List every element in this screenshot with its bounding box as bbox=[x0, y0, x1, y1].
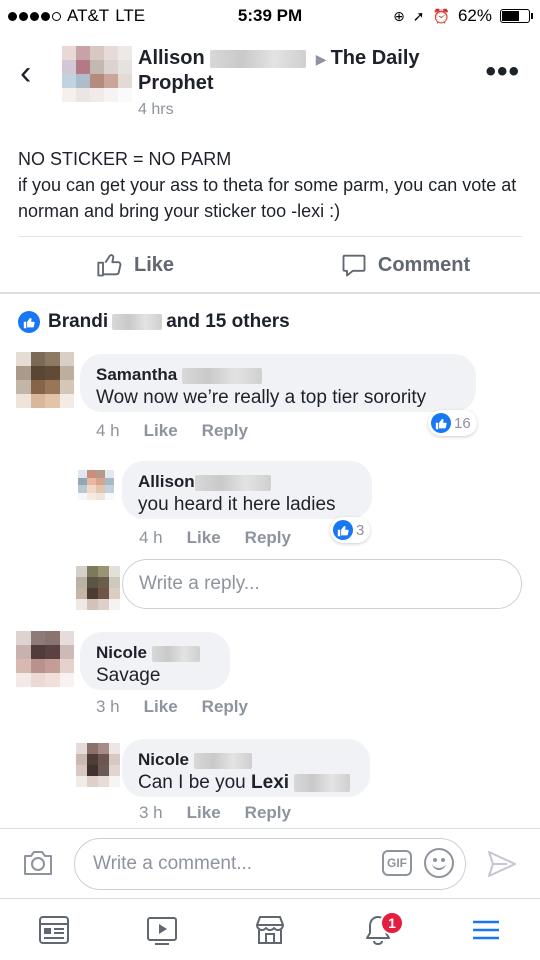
comment-reply-button[interactable]: Reply bbox=[245, 803, 291, 823]
tab-watch[interactable] bbox=[132, 905, 192, 955]
comment-bubble[interactable]: Allison you heard it here ladies bbox=[122, 461, 372, 519]
gif-button[interactable]: GIF bbox=[382, 850, 412, 876]
redacted-name bbox=[194, 474, 271, 491]
like-label: Like bbox=[133, 253, 175, 276]
comment-icon bbox=[342, 254, 366, 277]
comment-reply-button[interactable]: Reply bbox=[202, 421, 248, 441]
redacted-name bbox=[181, 367, 262, 384]
comment-bubble[interactable]: Samantha Wow now we’re really a top tier… bbox=[80, 354, 476, 412]
battery-percent: 62% bbox=[457, 6, 492, 25]
tab-marketplace[interactable] bbox=[240, 905, 300, 955]
post-actions: Like Comment bbox=[0, 238, 540, 292]
comment-button[interactable]: Comment bbox=[270, 238, 540, 292]
divider bbox=[0, 828, 540, 829]
like-button[interactable]: Like bbox=[0, 238, 270, 292]
like-reaction-icon bbox=[18, 311, 40, 333]
reply-input[interactable]: Write a reply... bbox=[122, 559, 522, 609]
comment-text: Wow now we’re really a top tier sorority bbox=[96, 387, 427, 408]
post-text-line2: if you can get your ass to theta for som… bbox=[18, 175, 517, 221]
reaction-number: 3 bbox=[356, 521, 365, 539]
reaction-number: 16 bbox=[454, 414, 471, 432]
commenter-name[interactable]: Allison bbox=[138, 472, 195, 491]
comment-meta: 3 h Like Reply bbox=[139, 803, 291, 823]
comment-reply-button[interactable]: Reply bbox=[245, 528, 291, 548]
tab-bar: 1 bbox=[0, 898, 540, 960]
comment-like-button[interactable]: Like bbox=[144, 697, 178, 717]
tab-notifications[interactable]: 1 bbox=[348, 905, 408, 955]
reaction-count[interactable]: 3 bbox=[330, 517, 371, 543]
comment-reply-button[interactable]: Reply bbox=[202, 697, 248, 717]
comment-text-prefix: Can I be you bbox=[138, 772, 252, 793]
news-feed-icon bbox=[39, 915, 69, 944]
post-timestamp[interactable]: 4 hrs bbox=[138, 101, 468, 119]
marketplace-store-icon bbox=[256, 915, 284, 944]
comment-time: 3 h bbox=[96, 697, 120, 716]
redacted-name bbox=[193, 752, 252, 769]
alarm-icon: ⏰ bbox=[432, 7, 450, 24]
camera-icon[interactable] bbox=[22, 848, 54, 878]
comment-meta: 3 h Like Reply bbox=[96, 697, 248, 717]
like-reaction-icon bbox=[431, 413, 451, 433]
avatar[interactable] bbox=[76, 743, 120, 787]
notification-badge: 1 bbox=[380, 910, 404, 935]
send-icon[interactable] bbox=[486, 848, 518, 880]
like-reaction-icon bbox=[333, 520, 353, 540]
commenter-name[interactable]: Nicole bbox=[138, 750, 189, 769]
tab-menu[interactable] bbox=[456, 905, 516, 955]
section-divider bbox=[0, 292, 540, 294]
liker-name: Brandi bbox=[48, 311, 109, 332]
comment-bubble[interactable]: Nicole Can I be you Lexi bbox=[122, 739, 370, 797]
redacted-name bbox=[294, 773, 351, 792]
battery-icon bbox=[500, 9, 533, 23]
comment-meta: 4 h Like Reply bbox=[96, 421, 248, 441]
status-right: ⊕ ➚ ⏰ 62% bbox=[393, 6, 533, 26]
post-title: Allison ▶ The Daily Prophet bbox=[138, 46, 468, 95]
orientation-lock-icon: ⊕ bbox=[393, 7, 405, 24]
comment-time: 3 h bbox=[139, 803, 163, 822]
redacted-name bbox=[151, 645, 200, 662]
back-chevron-icon[interactable]: ‹ bbox=[20, 56, 31, 90]
avatar[interactable] bbox=[78, 470, 114, 500]
tab-news-feed[interactable] bbox=[24, 905, 84, 955]
post-body: NO STICKER = NO PARM if you can get your… bbox=[18, 146, 522, 224]
author-name[interactable]: Allison bbox=[138, 47, 205, 69]
comment-label: Comment bbox=[377, 253, 471, 276]
video-play-icon bbox=[147, 916, 177, 945]
comment-text: Can I be you Lexi bbox=[138, 771, 354, 795]
comment-time: 4 h bbox=[139, 528, 163, 547]
comment-text: you heard it here ladies bbox=[138, 494, 336, 515]
comment-like-button[interactable]: Like bbox=[187, 803, 221, 823]
comment-bubble[interactable]: Nicole Savage bbox=[80, 632, 230, 690]
commenter-name[interactable]: Nicole bbox=[96, 643, 147, 662]
mention-link[interactable]: Lexi bbox=[251, 772, 289, 793]
location-arrow-icon: ➚ bbox=[412, 7, 425, 24]
comment-like-button[interactable]: Like bbox=[187, 528, 221, 548]
likers-others: and 15 others bbox=[166, 311, 290, 332]
comment-meta: 4 h Like Reply bbox=[139, 528, 291, 548]
comment-like-button[interactable]: Like bbox=[144, 421, 178, 441]
status-bar: AT&T LTE 5:39 PM ⊕ ➚ ⏰ 62% bbox=[0, 0, 540, 32]
commenter-name[interactable]: Samantha bbox=[96, 365, 177, 384]
avatar bbox=[76, 566, 120, 610]
caret-right-icon: ▶ bbox=[315, 51, 327, 67]
emoji-icon[interactable] bbox=[424, 848, 454, 878]
divider bbox=[18, 236, 522, 237]
post-header: Allison ▶ The Daily Prophet 4 hrs bbox=[138, 46, 468, 119]
comment-time: 4 h bbox=[96, 421, 120, 440]
post-text-line1: NO STICKER = NO PARM bbox=[18, 149, 232, 169]
avatar[interactable] bbox=[16, 352, 74, 408]
redacted-name bbox=[210, 49, 307, 68]
likes-summary[interactable]: Brandi and 15 others bbox=[18, 311, 290, 333]
avatar[interactable] bbox=[16, 631, 74, 687]
redacted-name bbox=[112, 314, 163, 330]
reaction-count[interactable]: 16 bbox=[428, 410, 477, 436]
avatar[interactable] bbox=[62, 46, 132, 102]
hamburger-menu-icon bbox=[473, 920, 499, 939]
thumbs-up-icon bbox=[97, 254, 122, 277]
more-options-icon[interactable]: ••• bbox=[485, 57, 520, 87]
comment-text: Savage bbox=[96, 665, 161, 686]
